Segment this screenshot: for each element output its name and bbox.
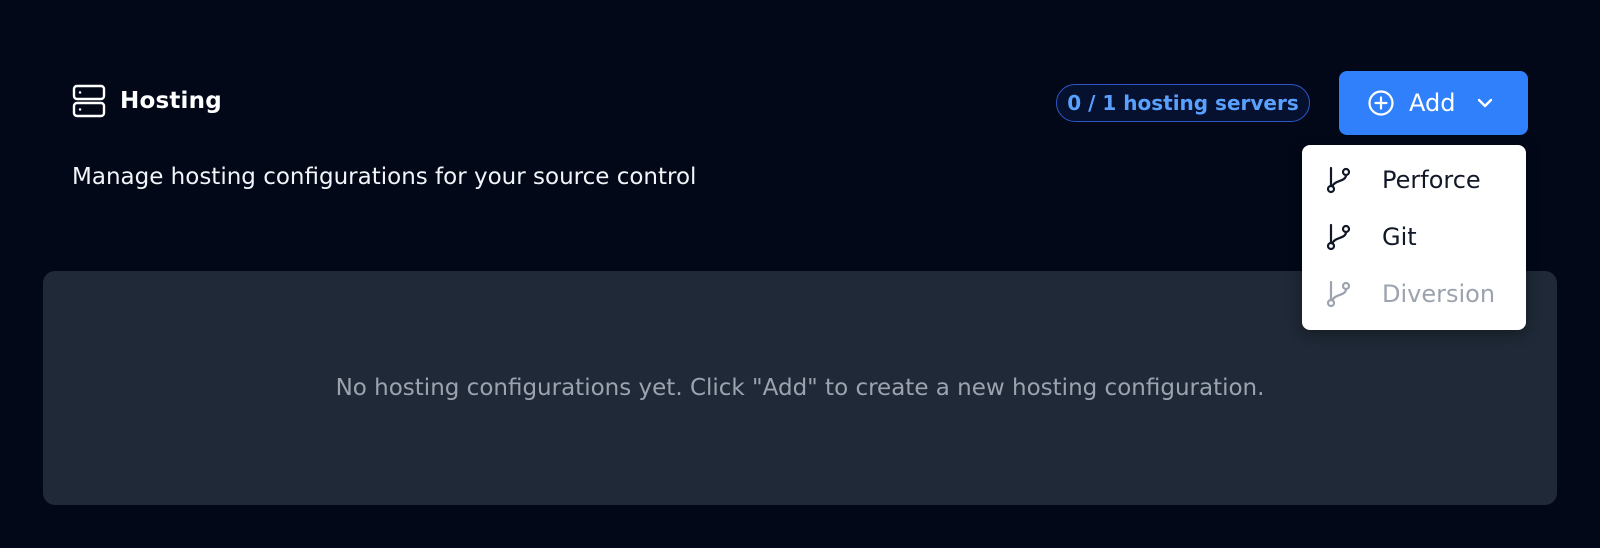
page-header: Hosting <box>72 84 222 118</box>
menu-item-git[interactable]: Git <box>1302 208 1526 265</box>
menu-item-label: Perforce <box>1382 165 1481 194</box>
menu-item-label: Git <box>1382 222 1417 251</box>
git-branch-icon <box>1324 165 1354 195</box>
chevron-down-icon <box>1475 93 1495 113</box>
page-subtitle: Manage hosting configurations for your s… <box>72 164 697 190</box>
page-title: Hosting <box>120 88 222 114</box>
menu-item-label: Diversion <box>1382 279 1496 308</box>
empty-state-message: No hosting configurations yet. Click "Ad… <box>335 375 1265 401</box>
menu-item-diversion: Diversion <box>1302 265 1526 322</box>
add-dropdown-menu: Perforce Git Diversion <box>1302 145 1526 330</box>
git-branch-icon <box>1324 279 1354 309</box>
add-button-label: Add <box>1409 89 1456 117</box>
add-button[interactable]: Add <box>1339 71 1528 135</box>
plus-circle-icon <box>1367 89 1395 117</box>
hosting-servers-count-badge: 0 / 1 hosting servers <box>1056 84 1310 122</box>
server-icon <box>72 84 106 118</box>
git-branch-icon <box>1324 222 1354 252</box>
menu-item-perforce[interactable]: Perforce <box>1302 151 1526 208</box>
